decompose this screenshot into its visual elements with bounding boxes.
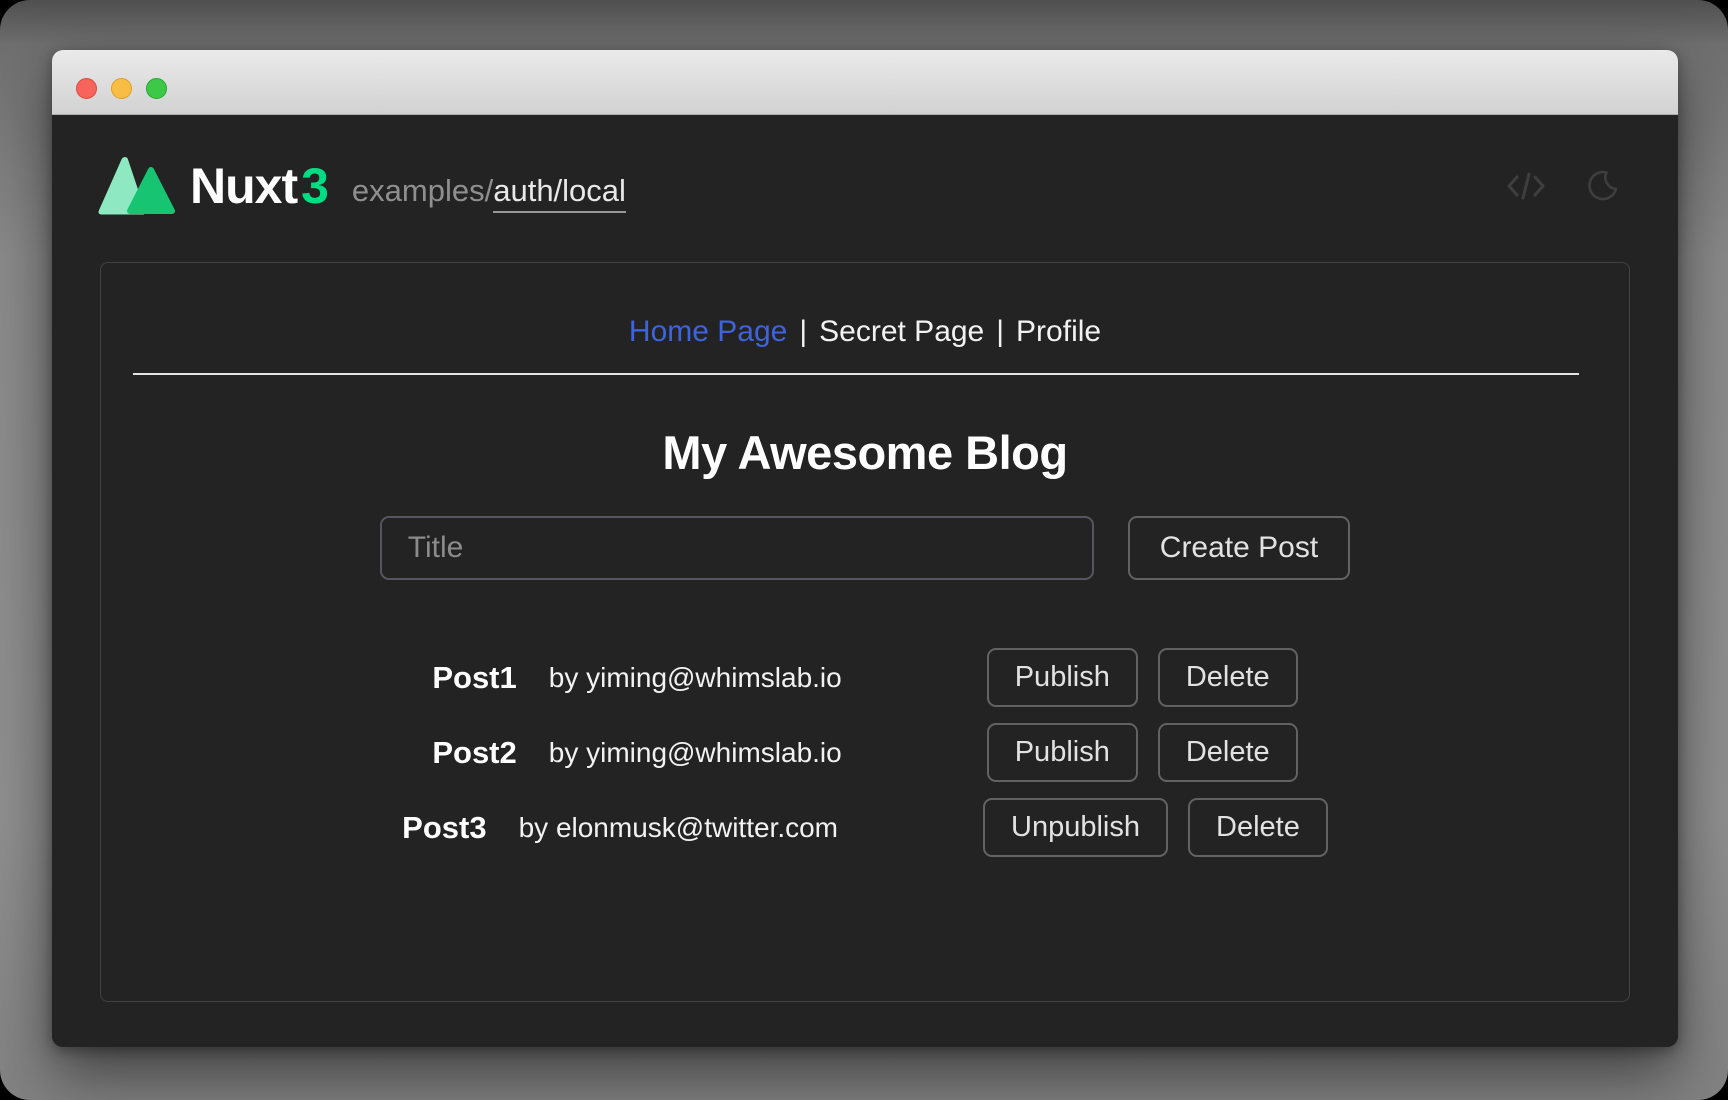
post-list: Post1 by yiming@whimslab.io Publish Dele… [101,648,1629,857]
path-prefix: examples/ [352,173,493,208]
post-actions: Unpublish Delete [983,798,1328,857]
nav-separator: | [799,315,807,348]
code-icon[interactable] [1506,169,1546,203]
moon-icon[interactable] [1584,168,1620,204]
post-row: Post2 by yiming@whimslab.io Publish Dele… [101,723,1629,782]
create-post-form: Create Post [101,516,1629,580]
close-button[interactable] [76,78,97,99]
main-panel: Home Page | Secret Page | Profile My Awesome… [100,262,1630,1002]
nav-link-secret[interactable]: Secret Page [819,315,984,348]
path-link[interactable]: auth/local [493,173,626,213]
window-titlebar[interactable] [52,50,1678,115]
post-row: Post1 by yiming@whimslab.io Publish Dele… [101,648,1629,707]
post-byline: by elonmusk@twitter.com [519,812,838,844]
app-window: Nuxt3 examples/auth/local Home Page | Secr… [52,50,1678,1047]
nav-separator: | [996,315,1004,348]
nav-divider [133,373,1579,375]
app-header: Nuxt3 examples/auth/local [52,116,1678,216]
post-actions: Publish Delete [987,648,1298,707]
delete-button[interactable]: Delete [1158,723,1298,782]
post-title: Post2 [432,735,516,771]
example-path: examples/auth/local [352,173,626,209]
post-actions: Publish Delete [987,723,1298,782]
publish-button[interactable]: Publish [987,648,1138,707]
window-content: Nuxt3 examples/auth/local Home Page | Secr… [52,116,1678,1047]
delete-button[interactable]: Delete [1188,798,1328,857]
nav-link-home[interactable]: Home Page [629,315,787,348]
publish-button[interactable]: Publish [987,723,1138,782]
post-row: Post3 by elonmusk@twitter.com Unpublish … [101,798,1629,857]
post-title: Post1 [432,660,516,696]
brand-title[interactable]: Nuxt3 [190,157,328,215]
title-input[interactable] [380,516,1094,580]
brand-version: 3 [301,158,328,214]
page-title: My Awesome Blog [101,425,1629,480]
post-byline: by yiming@whimslab.io [549,662,842,694]
post-title: Post3 [402,810,486,846]
zoom-button[interactable] [146,78,167,99]
brand-name: Nuxt [190,158,297,214]
header-icons [1506,168,1620,204]
unpublish-button[interactable]: Unpublish [983,798,1168,857]
delete-button[interactable]: Delete [1158,648,1298,707]
nav-link-profile[interactable]: Profile [1016,315,1101,348]
minimize-button[interactable] [111,78,132,99]
post-byline: by yiming@whimslab.io [549,737,842,769]
create-post-button[interactable]: Create Post [1128,516,1350,580]
nuxt-logo-icon [98,156,176,216]
page-nav: Home Page | Secret Page | Profile [101,315,1629,349]
